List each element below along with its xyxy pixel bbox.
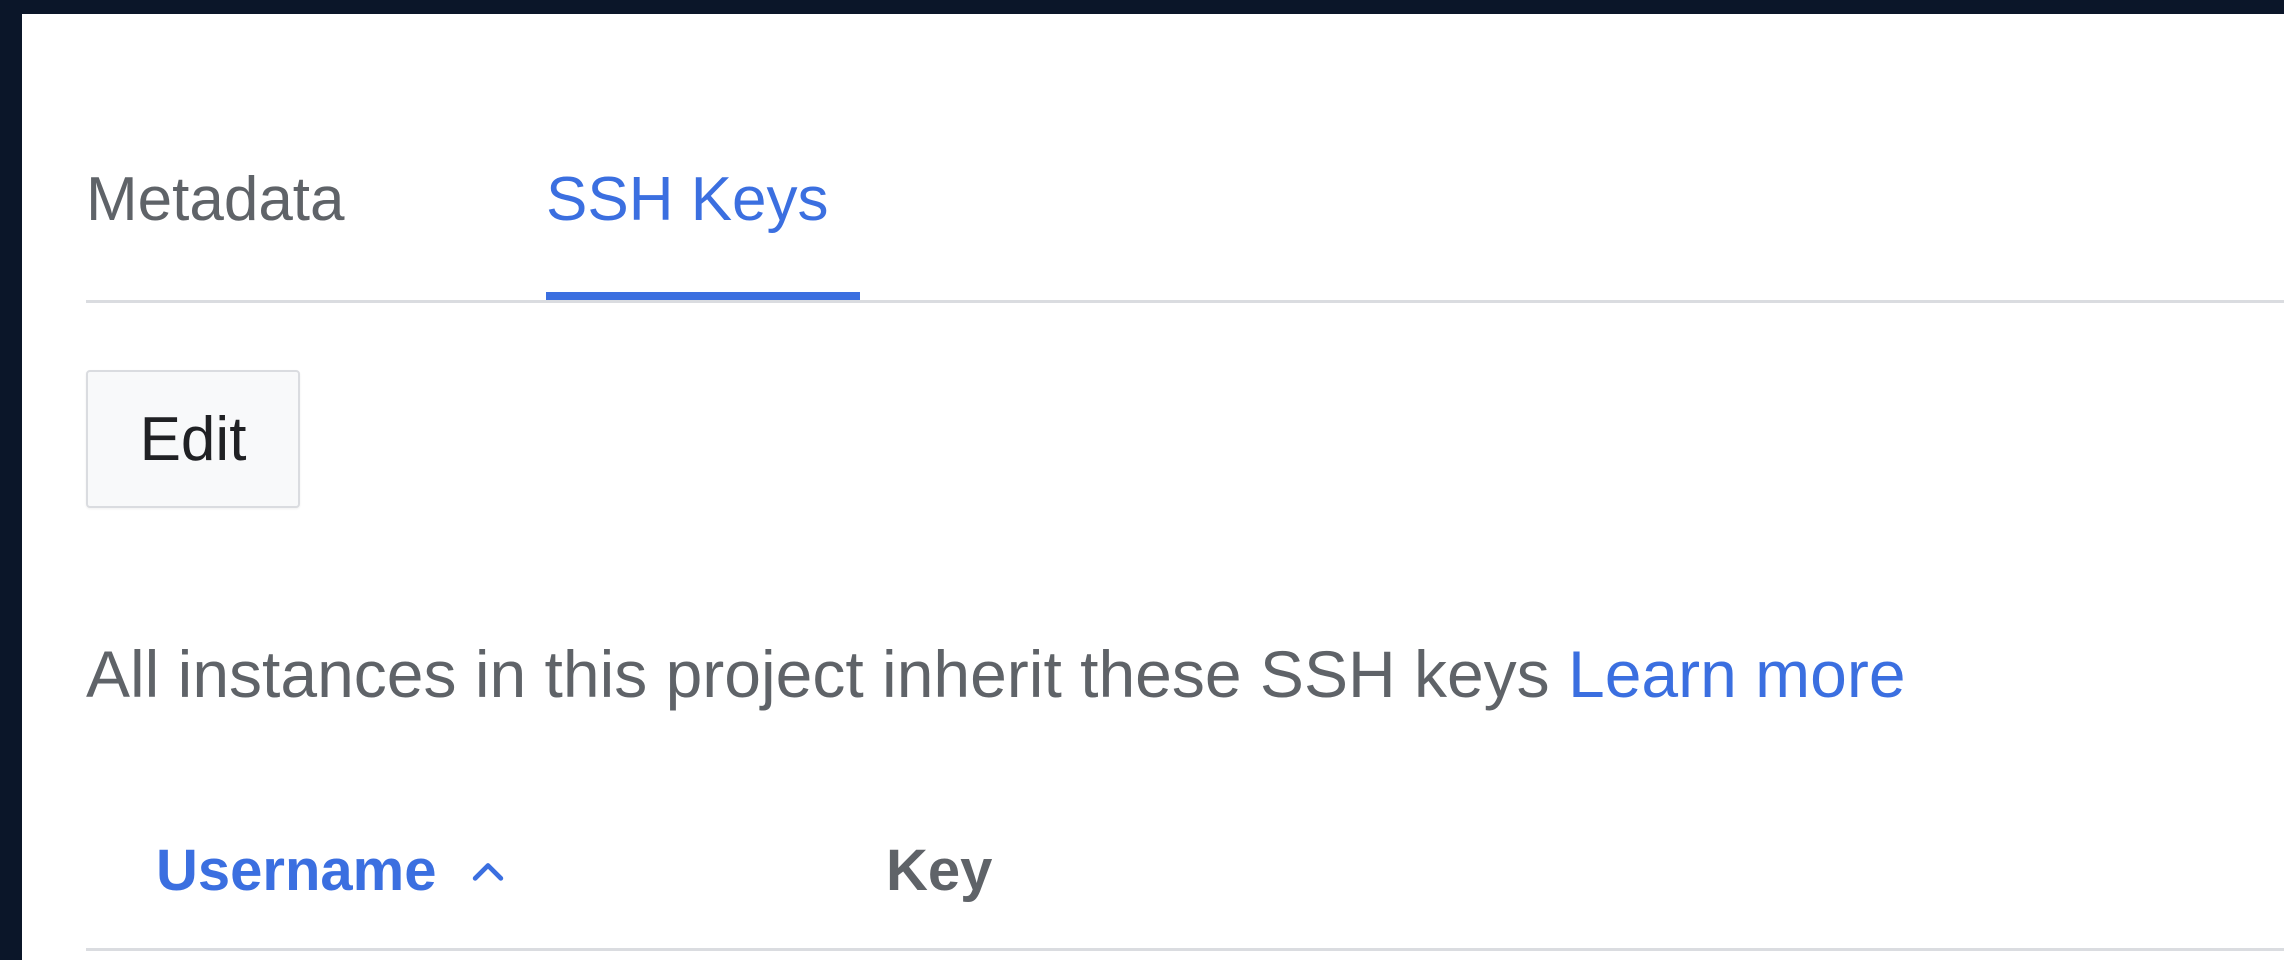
tab-bar: Metadata SSH Keys — [22, 14, 2284, 304]
learn-more-link[interactable]: Learn more — [1568, 637, 1906, 711]
edit-button[interactable]: Edit — [86, 370, 300, 508]
tab-metadata[interactable]: Metadata — [86, 164, 345, 236]
table-header-divider — [86, 948, 2284, 951]
info-text: All instances in this project inherit th… — [86, 637, 1569, 711]
ssh-keys-panel: Metadata SSH Keys Edit All instances in … — [22, 14, 2284, 960]
inherit-info-text: All instances in this project inherit th… — [86, 634, 1906, 714]
tab-bar-divider — [86, 300, 2284, 303]
tab-ssh-keys[interactable]: SSH Keys — [546, 164, 829, 236]
column-header-username[interactable]: Username — [156, 836, 510, 906]
column-username-label: Username — [156, 838, 437, 903]
ssh-keys-table-header: Username Key — [86, 814, 2284, 952]
column-header-key: Key — [886, 838, 993, 903]
chevron-up-icon — [473, 863, 504, 881]
